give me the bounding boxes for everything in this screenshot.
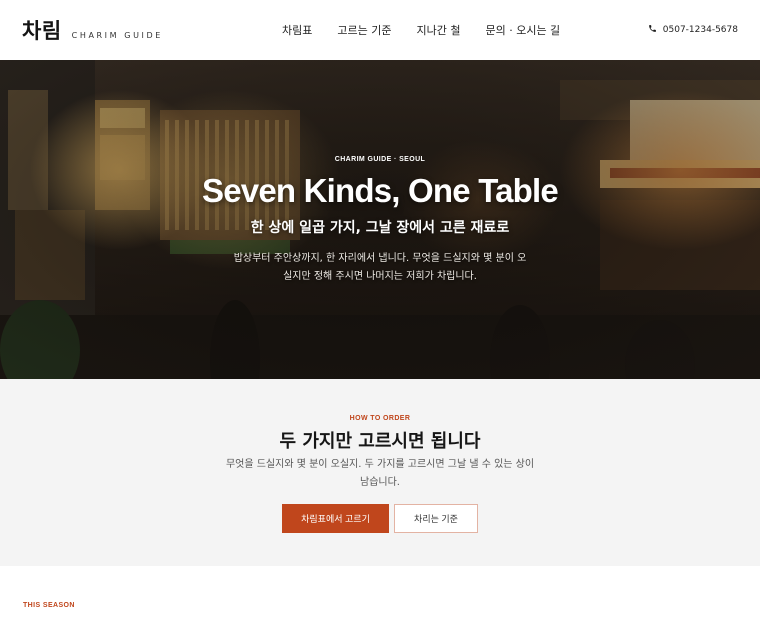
- hero-subtitle: 한 상에 일곱 가지, 그날 장에서 고른 재료로: [250, 220, 510, 236]
- hero-eyebrow: CHARIM GUIDE · SEOUL: [334, 156, 426, 163]
- brand-name-english: CHARIM GUIDE: [71, 31, 163, 40]
- season-eyebrow: THIS SEASON: [23, 602, 75, 609]
- criteria-button[interactable]: 차리는 기준: [394, 504, 478, 533]
- nav-item-criteria[interactable]: 고르는 기준: [337, 22, 391, 38]
- hero-section: CHARIM GUIDE · SEOUL Seven Kinds, One Ta…: [0, 60, 760, 379]
- how-to-order-section: HOW TO ORDER 두 가지만 고르시면 됩니다 무엇을 드실지와 몇 분…: [0, 379, 760, 566]
- nav-item-menu[interactable]: 차림표: [282, 22, 312, 38]
- brand-logo[interactable]: 차림 CHARIM GUIDE: [22, 15, 163, 45]
- site-header: 차림 CHARIM GUIDE 차림표 고르는 기준 지나간 철 문의 · 오시…: [0, 0, 760, 60]
- order-title: 두 가지만 고르시면 됩니다: [279, 431, 481, 452]
- order-actions: 차림표에서 고르기 차리는 기준: [0, 504, 760, 533]
- nav-item-past-seasons[interactable]: 지나간 철: [416, 22, 460, 38]
- nav-item-contact-directions[interactable]: 문의 · 오시는 길: [485, 22, 560, 38]
- choose-from-menu-button[interactable]: 차림표에서 고르기: [282, 504, 389, 533]
- main-nav: 차림표 고르는 기준 지나간 철 문의 · 오시는 길: [282, 0, 560, 60]
- phone-icon: [648, 24, 657, 36]
- hero-content: CHARIM GUIDE · SEOUL Seven Kinds, One Ta…: [0, 60, 760, 379]
- this-season-section: THIS SEASON: [0, 566, 760, 618]
- order-description: 무엇을 드실지와 몇 분이 오실지. 두 가지를 고르시면 그날 낼 수 있는 …: [225, 459, 535, 488]
- hero-title: Seven Kinds, One Table: [202, 172, 559, 209]
- brand-name-korean: 차림: [22, 19, 62, 43]
- hero-description: 밥상부터 주안상까지, 한 자리에서 냅니다. 무엇을 드실지와 몇 분이 오실…: [233, 253, 527, 282]
- phone-link[interactable]: 0507-1234-5678: [648, 0, 738, 60]
- phone-number: 0507-1234-5678: [662, 25, 738, 35]
- order-eyebrow: HOW TO ORDER: [349, 415, 411, 422]
